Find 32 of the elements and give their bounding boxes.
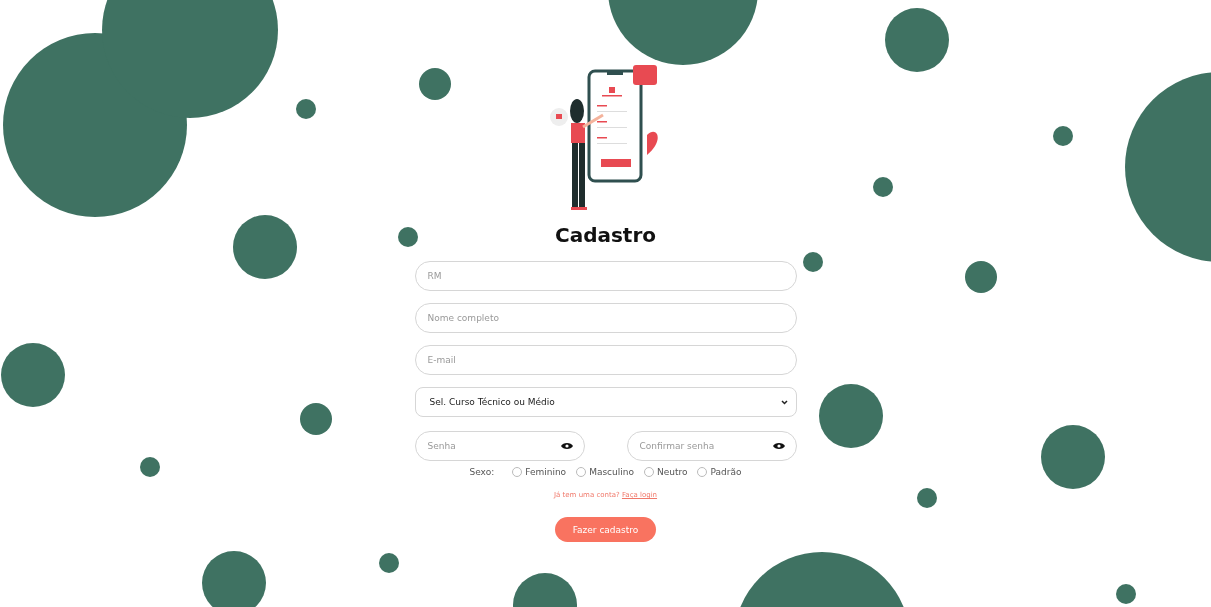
radio-button[interactable] <box>697 467 708 477</box>
password-field[interactable]: Confirmar senha <box>626 431 797 461</box>
circle-decoration <box>965 261 997 293</box>
radio-button[interactable] <box>512 467 523 477</box>
input-field[interactable]: Nome completo <box>414 303 797 333</box>
radio-label[interactable]: Neutro <box>656 467 688 477</box>
gender-label: Sexo: <box>469 467 495 477</box>
circle-decoration <box>398 227 418 247</box>
page-title: Cadastro <box>554 223 657 247</box>
eye-icon[interactable] <box>772 442 785 450</box>
circle-decoration <box>873 177 893 197</box>
input-field[interactable]: E-mail <box>414 345 797 375</box>
circle-decoration <box>803 252 823 272</box>
radio-button[interactable] <box>643 467 654 477</box>
radio-label[interactable]: Feminino <box>525 467 567 477</box>
circle-decoration <box>419 68 451 100</box>
password-field[interactable]: Senha <box>414 431 585 461</box>
course-select[interactable]: Sel. Curso Técnico ou Médio <box>414 387 797 417</box>
radio-button[interactable] <box>576 467 587 477</box>
circle-decoration <box>917 488 937 508</box>
circle-decoration <box>1116 584 1136 604</box>
radio-label[interactable]: Masculino <box>589 467 634 477</box>
circle-decoration <box>202 551 266 607</box>
circle-decoration <box>379 553 399 573</box>
eye-icon[interactable] <box>560 442 573 450</box>
circle-decoration <box>300 403 332 435</box>
input-field[interactable]: RM <box>414 261 797 291</box>
circle-decoration <box>296 99 316 119</box>
radio-label[interactable]: Padrão <box>710 467 742 477</box>
circle-decoration <box>1053 126 1073 146</box>
circle-decoration <box>140 457 160 477</box>
chevron-down-icon <box>780 399 788 405</box>
